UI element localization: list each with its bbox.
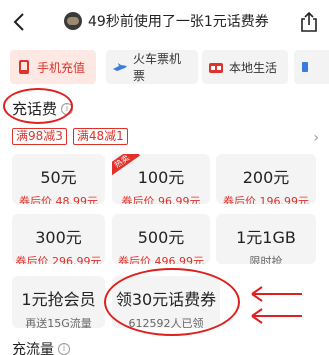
annotation-arrow-icon	[251, 308, 302, 324]
tab-more[interactable]	[294, 50, 329, 84]
data-section-title: 充流量 i	[12, 339, 70, 355]
card-amount: 领30元话费券	[115, 290, 217, 309]
avatar	[64, 12, 82, 30]
share-icon[interactable]	[299, 11, 319, 33]
recharge-card-200[interactable]: 200元 券后价 196.99元	[216, 154, 316, 204]
data-section-title-text: 充流量	[12, 342, 54, 355]
coupon-tag[interactable]: 满98减3	[12, 128, 67, 145]
tab-label: 本地生活	[229, 60, 278, 75]
card-amount: 1元抢会员	[21, 290, 96, 309]
recharge-card-50[interactable]: 50元 券后价 48.99元	[12, 154, 105, 204]
tab-label: 手机充值	[37, 60, 86, 75]
section-title: 充话费 i	[12, 98, 74, 119]
usage-notice: 49秒前使用了一张1元话费券	[64, 11, 269, 31]
tab-phone-recharge[interactable]: 手机充值	[10, 50, 96, 84]
chevron-right-icon[interactable]: ›	[313, 130, 319, 146]
tab-train-plane[interactable]: 火车票机票	[106, 50, 198, 84]
card-price: 券后价 296.99元	[15, 255, 102, 264]
category-tabs: 手机充值 火车票机票 本地生活	[0, 50, 329, 86]
section-title-text: 充话费	[12, 100, 58, 118]
card-price: 券后价 48.99元	[19, 195, 98, 204]
info-icon[interactable]: i	[61, 102, 74, 115]
member-card[interactable]: 1元抢会员 再送15G流量	[12, 276, 105, 328]
recharge-card-500[interactable]: 500元 券后价 496.99元	[112, 214, 210, 264]
more-category-icon	[302, 62, 308, 72]
coupon-tag[interactable]: 满48减1	[72, 128, 128, 145]
card-price: 再送15G流量	[25, 317, 92, 328]
card-amount: 500元	[137, 228, 185, 247]
card-amount: 100元	[137, 168, 185, 187]
tab-local-life[interactable]: 本地生活	[202, 50, 288, 84]
card-amount: 1元1GB	[236, 228, 296, 247]
annotation-arrow-icon	[251, 286, 302, 302]
card-amount: 300元	[35, 228, 82, 247]
card-price: 券后价 196.99元	[223, 195, 309, 204]
coupon-list: 满98减3 满48减1	[12, 128, 128, 145]
recharge-card-100[interactable]: 热卖 100元 券后价 96.99元	[112, 154, 210, 204]
train-plane-icon	[113, 63, 127, 71]
card-price: 限时抢	[249, 255, 283, 264]
info-icon[interactable]: i	[58, 343, 70, 355]
card-amount: 200元	[242, 168, 290, 187]
tab-label: 火车票机票	[133, 52, 182, 83]
card-amount: 50元	[40, 168, 77, 187]
coupon-30-card[interactable]: 领30元话费券 612592人已领	[112, 276, 220, 328]
phone-recharge-icon	[19, 60, 29, 74]
local-life-icon	[209, 63, 223, 73]
back-chevron-icon[interactable]	[8, 10, 32, 34]
card-price: 612592人已领	[128, 317, 204, 328]
card-price: 券后价 96.99元	[121, 195, 201, 204]
top-bar: 49秒前使用了一张1元话费券	[0, 0, 329, 44]
notice-text: 49秒前使用了一张1元话费券	[88, 14, 269, 30]
data-card-1gb[interactable]: 1元1GB 限时抢	[216, 214, 316, 264]
recharge-card-300[interactable]: 300元 券后价 296.99元	[12, 214, 105, 264]
card-price: 券后价 496.99元	[118, 255, 204, 264]
